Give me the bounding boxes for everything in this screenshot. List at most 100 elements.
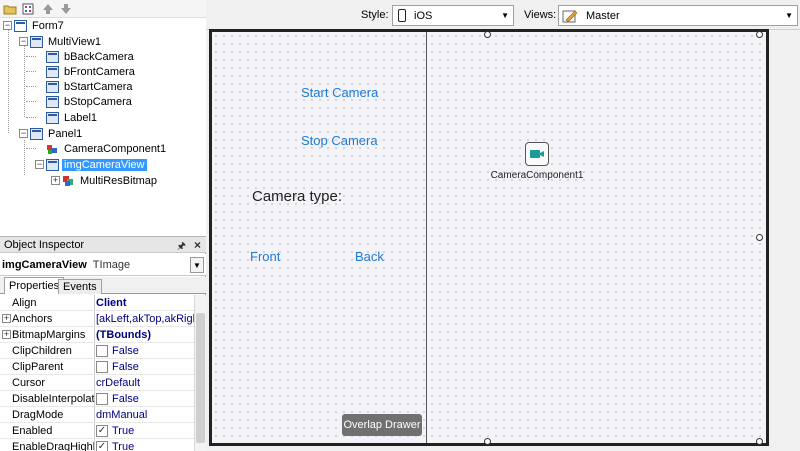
tree-node-bfrontcamera[interactable]: bFrontCamera: [46, 64, 137, 79]
camera-type-label: Camera type:: [252, 188, 342, 205]
object-inspector-title: Object Inspector: [4, 239, 84, 251]
checkbox[interactable]: [96, 393, 108, 405]
views-select[interactable]: Master ▼: [558, 5, 798, 26]
multiview-icon: [30, 36, 43, 48]
selected-component-type: TImage: [93, 259, 130, 271]
property-row[interactable]: + BitmapMargins (TBounds): [0, 327, 194, 343]
tree-node-label: imgCameraView: [62, 159, 147, 171]
property-value[interactable]: Client: [96, 297, 194, 309]
property-row[interactable]: DragMode dmManual: [0, 407, 194, 423]
start-camera-button[interactable]: Start Camera: [301, 85, 378, 100]
property-value[interactable]: ✓True: [96, 425, 194, 437]
front-camera-button[interactable]: Front: [250, 249, 280, 264]
tab-events[interactable]: Events: [58, 279, 102, 294]
structure-tree: − Form7 − MultiView1 bBackCamera bFrontC…: [0, 18, 206, 236]
checkbox-label: False: [112, 361, 139, 373]
arrow-down-icon[interactable]: [58, 1, 74, 17]
property-row[interactable]: EnableDragHighlig ✓True: [0, 439, 194, 451]
button-icon: [46, 81, 59, 93]
left-panel: − Form7 − MultiView1 bBackCamera bFrontC…: [0, 0, 206, 451]
expand-toggle[interactable]: +: [2, 330, 11, 339]
collapse-toggle[interactable]: −: [3, 21, 12, 30]
collapse-toggle[interactable]: −: [19, 129, 28, 138]
object-inspector-tabs: Properties Events: [0, 277, 206, 294]
property-value[interactable]: [akLeft,akTop,akRigh: [96, 313, 194, 325]
property-row[interactable]: ClipParent False: [0, 359, 194, 375]
component-selector[interactable]: imgCameraView TImage ▼: [0, 254, 206, 276]
style-select[interactable]: iOS ▼: [392, 5, 514, 26]
arrow-up-icon[interactable]: [40, 1, 56, 17]
selection-handle[interactable]: [756, 31, 763, 38]
property-name: Enabled: [12, 425, 94, 437]
checkbox[interactable]: [96, 361, 108, 373]
tab-properties[interactable]: Properties: [4, 277, 64, 294]
property-row[interactable]: ClipChildren False: [0, 343, 194, 359]
tree-node-multiview1[interactable]: MultiView1: [30, 34, 103, 49]
tree-node-bbackcamera[interactable]: bBackCamera: [46, 49, 136, 64]
property-row[interactable]: DisableInterpolatio False: [0, 391, 194, 407]
back-camera-button[interactable]: Back: [355, 249, 384, 264]
tree-node-imgcameraview[interactable]: imgCameraView: [46, 157, 147, 172]
checkbox[interactable]: ✓: [96, 425, 108, 437]
expand-toggle[interactable]: +: [51, 176, 60, 185]
property-value[interactable]: crDefault: [96, 377, 194, 389]
selection-handle[interactable]: [484, 31, 491, 38]
collapse-toggle[interactable]: −: [19, 37, 28, 46]
property-value[interactable]: dmManual: [96, 409, 194, 421]
tree-node-label1[interactable]: Label1: [46, 110, 99, 125]
folder-icon[interactable]: [2, 1, 18, 17]
tree-line: [26, 148, 36, 149]
property-value[interactable]: False: [96, 345, 194, 357]
tree-node-bstopcamera[interactable]: bStopCamera: [46, 94, 134, 109]
close-icon[interactable]: ×: [194, 238, 201, 252]
img-camera-view[interactable]: Start Camera Stop Camera Camera type: Fr…: [212, 32, 766, 443]
camera-component[interactable]: CameraComponent1: [490, 142, 610, 182]
property-row[interactable]: Cursor crDefault: [0, 375, 194, 391]
scrollbar-thumb[interactable]: [196, 313, 205, 443]
form-canvas[interactable]: Start Camera Stop Camera Camera type: Fr…: [209, 29, 769, 446]
selection-handle[interactable]: [756, 234, 763, 241]
property-value[interactable]: False: [96, 361, 194, 373]
expand-toggle[interactable]: +: [2, 314, 11, 323]
checkbox[interactable]: ✓: [96, 441, 108, 451]
property-name: ClipParent: [12, 361, 94, 373]
overlap-drawer-button[interactable]: Overlap Drawer: [342, 414, 422, 436]
grid-icon[interactable]: [20, 1, 36, 17]
tree-node-bstartcamera[interactable]: bStartCamera: [46, 79, 134, 94]
property-name: Anchors: [12, 313, 94, 325]
bitmap-icon: [62, 175, 75, 187]
tree-line: [26, 56, 36, 57]
property-name: EnableDragHighlig: [12, 441, 94, 451]
collapse-toggle[interactable]: −: [35, 160, 44, 169]
form-icon: [14, 20, 27, 32]
property-value[interactable]: (TBounds): [96, 329, 194, 341]
tree-node-panel1[interactable]: Panel1: [30, 126, 84, 141]
property-row[interactable]: + Anchors [akLeft,akTop,akRigh: [0, 311, 194, 327]
tree-node-label: bFrontCamera: [62, 66, 137, 78]
chevron-down-icon: ▼: [785, 11, 793, 20]
chevron-down-icon[interactable]: ▼: [190, 257, 204, 273]
selection-handle[interactable]: [484, 438, 491, 445]
tree-node-label: Form7: [30, 20, 66, 32]
multiview-panel[interactable]: Start Camera Stop Camera Camera type: Fr…: [212, 32, 427, 443]
property-row[interactable]: Align Client: [0, 295, 194, 311]
views-value: Master: [586, 10, 620, 22]
stop-camera-button[interactable]: Stop Camera: [301, 133, 378, 148]
camera-component-icon: [46, 143, 59, 155]
checkbox[interactable]: [96, 345, 108, 357]
tree-node-form7[interactable]: Form7: [14, 18, 66, 33]
button-icon: [46, 51, 59, 63]
object-inspector-header: Object Inspector 🖈 ×: [0, 236, 206, 253]
tree-node-cameracomponent1[interactable]: CameraComponent1: [46, 141, 168, 156]
property-grid: Align Client + Anchors [akLeft,akTop,akR…: [0, 295, 206, 451]
master-view-icon: [562, 9, 578, 23]
property-value[interactable]: False: [96, 393, 194, 405]
style-value: iOS: [414, 10, 432, 22]
designer-margin: [777, 30, 800, 451]
selection-handle[interactable]: [756, 438, 763, 445]
property-name: Align: [12, 297, 94, 309]
property-value[interactable]: ✓True: [96, 441, 194, 451]
property-row[interactable]: Enabled ✓True: [0, 423, 194, 439]
tree-node-multiresbitmap[interactable]: MultiResBitmap: [62, 173, 159, 188]
property-scrollbar[interactable]: [194, 295, 206, 451]
